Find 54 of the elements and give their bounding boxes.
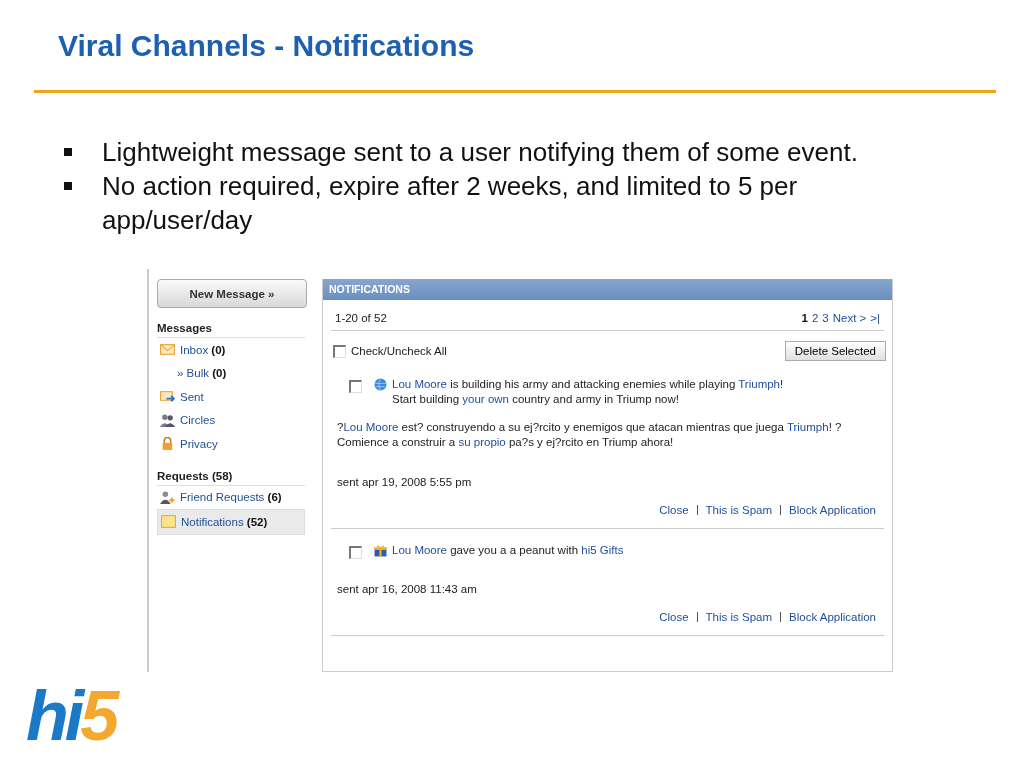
action-link[interactable]: Close xyxy=(659,504,689,516)
checkbox-label: Check/Uncheck All xyxy=(351,345,447,357)
text-link[interactable]: Triumph xyxy=(786,421,829,433)
pagination-link[interactable]: 2 xyxy=(811,312,819,324)
panel-header: NOTIFICATIONS xyxy=(323,279,892,300)
gift-icon xyxy=(374,544,387,557)
text-link[interactable]: Lou Moore xyxy=(343,421,399,433)
people-icon xyxy=(160,413,175,427)
text-link[interactable]: your own xyxy=(462,393,509,405)
action-link[interactable]: This is Spam xyxy=(705,504,773,516)
globe-icon xyxy=(374,378,387,391)
result-range: 1-20 of 52 xyxy=(335,312,387,324)
pagination-link[interactable]: Next > xyxy=(832,312,867,324)
sidebar-item[interactable]: » Bulk (0) xyxy=(157,361,305,385)
checkbox[interactable] xyxy=(349,380,362,393)
note-icon xyxy=(161,515,176,529)
sidebar-item[interactable]: Notifications (52) xyxy=(157,509,305,535)
slide-title: Viral Channels - Notifications xyxy=(57,28,476,64)
sidebar-item[interactable]: Inbox (0) xyxy=(157,338,305,362)
bullet-text: Lightweight message sent to a user notifying them of some event. xyxy=(102,136,859,169)
action-link[interactable]: Block Application xyxy=(789,504,876,516)
bullet-text: No action required, expire after 2 weeks, and limited to 5 per app/user/day xyxy=(102,170,799,237)
bullet-marker-icon xyxy=(64,182,72,190)
checkbox[interactable] xyxy=(333,344,346,358)
section-heading: Requests (58) xyxy=(157,469,305,486)
sent-date: sent apr 19, 2008 5:55 pm xyxy=(337,476,473,488)
text-link[interactable]: Triumph xyxy=(738,378,780,390)
sidebar-item[interactable]: Sent xyxy=(157,385,305,409)
sidebar-item[interactable]: Privacy xyxy=(157,432,305,456)
bullet-marker-icon xyxy=(64,148,72,156)
sidebar-item[interactable]: Friend Requests (6) xyxy=(157,485,305,509)
lock-icon xyxy=(160,437,175,451)
pagination-link[interactable]: >| xyxy=(870,312,880,324)
action-link[interactable]: This is Spam xyxy=(705,611,773,623)
text-link[interactable]: su propio xyxy=(458,436,506,448)
sidebar-item[interactable]: Circles xyxy=(157,408,305,432)
notification-message: Lou Moore is building his army and attacking enemies while playing Triumph! Start building your own country and army in Triump now! xyxy=(392,377,784,407)
text-link[interactable]: Lou Moore xyxy=(392,378,447,390)
logo: hi5 xyxy=(26,676,116,756)
text-link[interactable]: hi5 Gifts xyxy=(581,544,624,556)
delete-selected-button[interactable]: Delete Selected xyxy=(784,341,886,361)
pagination-link[interactable]: 1 xyxy=(801,312,808,324)
sent-date: sent apr 16, 2008 11:43 am xyxy=(337,583,478,595)
text-link[interactable]: Lou Moore xyxy=(392,544,447,556)
translated-message: ?Lou Moore est? construyendo a su ej?rcito y enemigos que atacan mientras que juega Triumph! ?Comience a construir a su propio pa?s y ej?rcito en Triump ahora! xyxy=(337,420,843,450)
new-message-button[interactable]: New Message » xyxy=(157,279,307,308)
person-plus-icon xyxy=(160,490,175,504)
checkbox[interactable] xyxy=(349,546,362,559)
action-link[interactable]: Close xyxy=(659,611,689,623)
action-link[interactable]: Block Application xyxy=(789,611,876,623)
section-heading: Messages xyxy=(157,322,305,338)
notification-message: Lou Moore gave you a a peanut with hi5 Gifts xyxy=(392,543,624,558)
pagination-link[interactable]: 3 xyxy=(822,312,829,324)
envelope-icon xyxy=(160,343,175,357)
